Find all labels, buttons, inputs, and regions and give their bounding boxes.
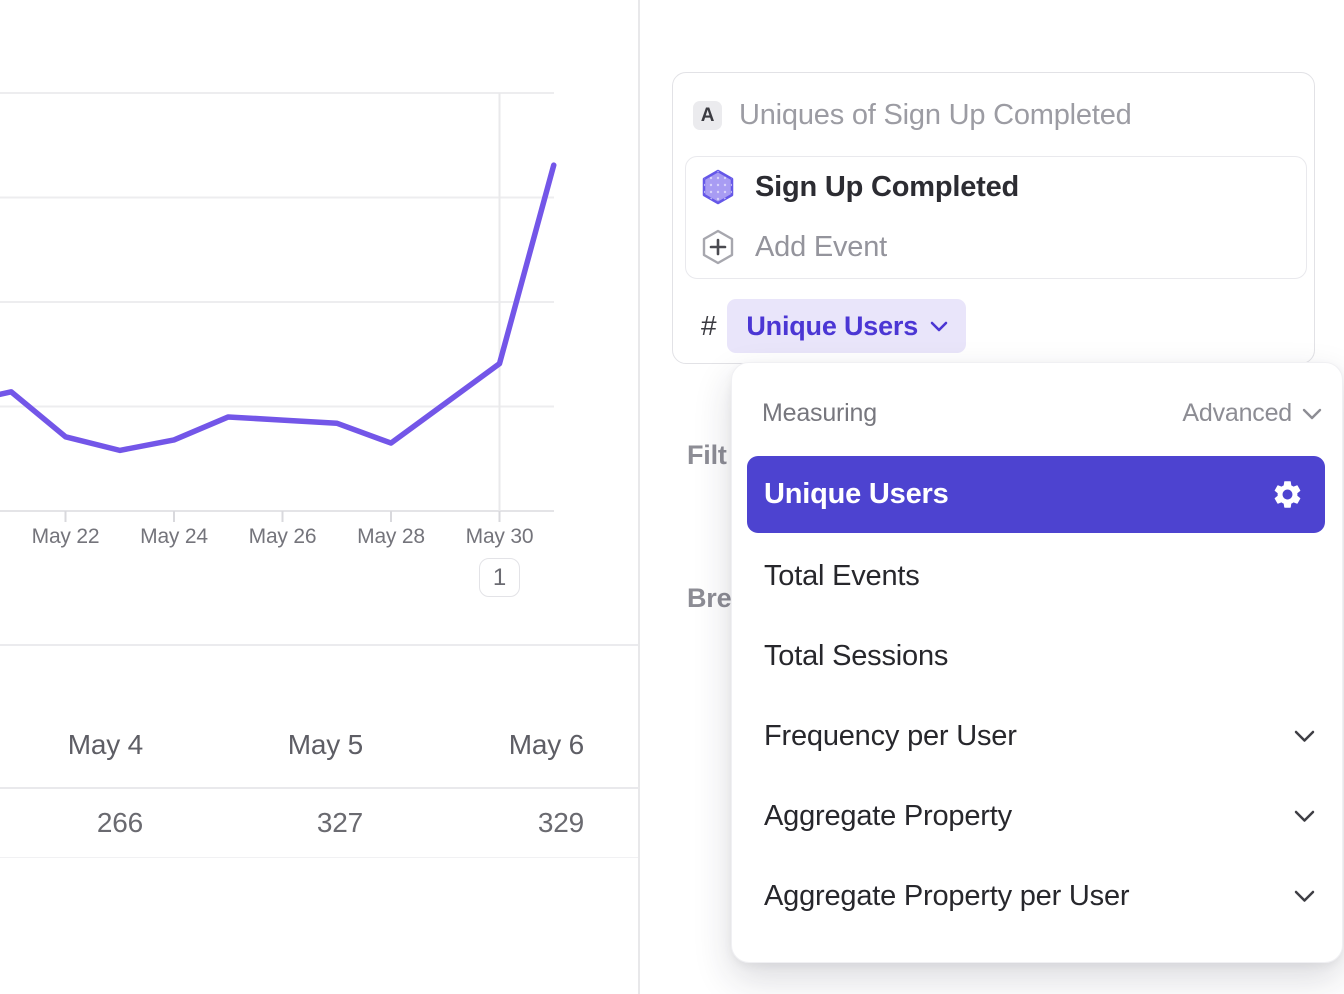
measuring-dropdown-menu: Measuring Advanced Unique Users Total Ev… bbox=[731, 362, 1343, 963]
advanced-mode-toggle[interactable]: Advanced bbox=[1182, 399, 1322, 428]
menu-item-label: Total Sessions bbox=[764, 640, 948, 673]
breakdown-section-heading: Bre bbox=[687, 583, 731, 614]
menu-item-total-sessions[interactable]: Total Sessions bbox=[732, 616, 1342, 696]
x-tick-label: May 24 bbox=[140, 525, 208, 549]
measurement-dropdown-trigger[interactable]: Unique Users bbox=[727, 299, 966, 353]
query-title-row: A Uniques of Sign Up Completed bbox=[693, 99, 1132, 132]
measurement-row: # Unique Users bbox=[701, 299, 966, 353]
event-hexagon-icon bbox=[702, 169, 734, 205]
menu-item-label: Aggregate Property bbox=[764, 800, 1012, 833]
chevron-down-icon bbox=[1294, 730, 1315, 743]
menu-item-frequency-per-user[interactable]: Frequency per User bbox=[732, 696, 1342, 776]
event-row-sign-up-completed[interactable]: Sign Up Completed bbox=[686, 157, 1306, 217]
panel-divider bbox=[638, 0, 640, 994]
gear-icon[interactable] bbox=[1271, 478, 1304, 511]
table-value-row: 266 327 329 bbox=[0, 789, 639, 858]
table-cell-value: 327 bbox=[145, 807, 365, 839]
series-a-badge[interactable]: A bbox=[693, 101, 722, 130]
table-col-header: May 5 bbox=[145, 729, 365, 761]
measure-hash-symbol: # bbox=[701, 310, 716, 342]
chevron-down-icon bbox=[930, 321, 948, 332]
menu-item-aggregate-property-per-user[interactable]: Aggregate Property per User bbox=[732, 856, 1342, 936]
measurement-label: Unique Users bbox=[746, 311, 918, 342]
query-builder-card: A Uniques of Sign Up Completed Sign Up C… bbox=[672, 72, 1315, 364]
table-col-header: May 4 bbox=[0, 729, 145, 761]
x-tick-label: May 22 bbox=[32, 525, 100, 549]
event-list-card: Sign Up Completed Add Event bbox=[685, 156, 1307, 279]
pagination-page-badge[interactable]: 1 bbox=[479, 558, 520, 597]
advanced-label: Advanced bbox=[1182, 399, 1292, 428]
measuring-label: Measuring bbox=[762, 399, 877, 428]
chevron-down-icon bbox=[1302, 408, 1322, 420]
table-cell-value: 329 bbox=[365, 807, 586, 839]
add-event-icon bbox=[702, 229, 734, 265]
filter-section-heading: Filt bbox=[687, 440, 727, 471]
event-name: Sign Up Completed bbox=[755, 171, 1019, 204]
add-event-label: Add Event bbox=[755, 231, 887, 264]
menu-item-label: Unique Users bbox=[764, 478, 949, 511]
menu-item-unique-users[interactable]: Unique Users bbox=[747, 456, 1325, 533]
query-title: Uniques of Sign Up Completed bbox=[739, 99, 1132, 132]
chart-data-table: May 4 May 5 May 6 266 327 329 bbox=[0, 644, 639, 858]
x-tick-label: May 26 bbox=[249, 525, 317, 549]
chevron-down-icon bbox=[1294, 810, 1315, 823]
table-cell-value: 266 bbox=[0, 807, 145, 839]
x-tick-label: May 30 bbox=[466, 525, 534, 549]
menu-item-label: Aggregate Property per User bbox=[764, 880, 1129, 913]
menu-item-aggregate-property[interactable]: Aggregate Property bbox=[732, 776, 1342, 856]
menu-item-label: Total Events bbox=[764, 560, 920, 593]
analytics-screen: May 22 May 24 May 26 May 28 May 30 1 May 4 M… bbox=[0, 0, 1344, 994]
table-header-row: May 4 May 5 May 6 bbox=[0, 644, 639, 789]
table-col-header: May 6 bbox=[365, 729, 586, 761]
x-tick-label: May 28 bbox=[357, 525, 425, 549]
measuring-menu-header: Measuring Advanced bbox=[762, 399, 1322, 428]
add-event-button[interactable]: Add Event bbox=[686, 217, 1306, 277]
measuring-menu-list: Total Events Total Sessions Frequency pe… bbox=[732, 536, 1342, 936]
menu-item-label: Frequency per User bbox=[764, 720, 1017, 753]
chevron-down-icon bbox=[1294, 890, 1315, 903]
menu-item-total-events[interactable]: Total Events bbox=[732, 536, 1342, 616]
line-chart bbox=[0, 0, 640, 556]
